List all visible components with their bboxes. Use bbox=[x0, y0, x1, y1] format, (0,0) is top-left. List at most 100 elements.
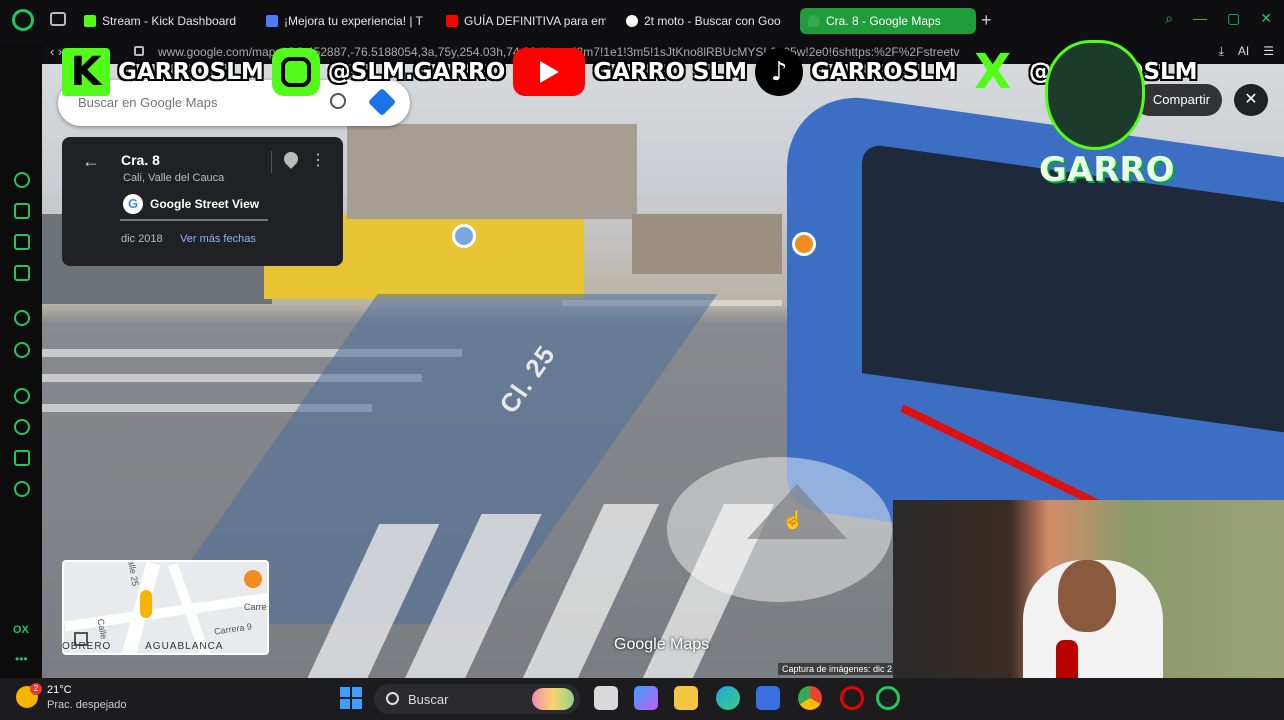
address-bar-actions: ⤓ AI ☰ bbox=[1219, 44, 1274, 59]
maximize-icon[interactable]: ▢ bbox=[1227, 10, 1240, 27]
download-icon[interactable]: ⤓ bbox=[1219, 44, 1224, 59]
spotify-icon[interactable] bbox=[14, 388, 30, 404]
refresh-icon[interactable] bbox=[14, 172, 30, 188]
minimize-icon[interactable]: — bbox=[1193, 10, 1207, 27]
extension-icon[interactable] bbox=[14, 203, 30, 219]
puzzle-icon[interactable] bbox=[14, 450, 30, 466]
tab-title: GUÍA DEFINITIVA para em bbox=[464, 14, 606, 28]
youtube-handle: GARRO SLM bbox=[593, 59, 748, 85]
minimap-label: Carrera 9 bbox=[213, 621, 253, 637]
window-controls: ⌕ — ▢ ✕ bbox=[1165, 10, 1272, 27]
tab-guia-definitiva[interactable]: GUÍA DEFINITIVA para em bbox=[438, 8, 606, 34]
more-dates-link[interactable]: Ver más fechas bbox=[180, 233, 256, 245]
close-window-icon[interactable]: ✕ bbox=[1260, 10, 1272, 27]
microsoft-store-icon[interactable] bbox=[756, 686, 780, 710]
garro-lion-logo: GARRO bbox=[1025, 30, 1175, 195]
taskbar-search[interactable]: Buscar bbox=[374, 684, 580, 714]
tab-google-maps[interactable]: Cra. 8 - Google Maps bbox=[800, 8, 976, 34]
settings-gear-icon[interactable] bbox=[14, 481, 30, 497]
tab-title: Stream - Kick Dashboard bbox=[102, 14, 237, 28]
lion-head-icon bbox=[1045, 40, 1145, 150]
distant-buildings bbox=[632, 214, 782, 274]
place-title: Cra. 8 bbox=[121, 152, 160, 168]
minimap-label: alle 25 bbox=[126, 560, 141, 587]
task-view-icon[interactable] bbox=[594, 686, 618, 710]
messenger-icon[interactable] bbox=[14, 265, 30, 281]
ai-button[interactable]: AI bbox=[1238, 44, 1249, 59]
card-divider bbox=[271, 151, 272, 173]
weather-description[interactable]: Prac. despejado bbox=[47, 699, 127, 711]
opera-logo-icon[interactable] bbox=[12, 9, 34, 31]
google-logo-icon: G bbox=[123, 194, 143, 214]
poi-marker-icon[interactable] bbox=[452, 224, 476, 248]
restaurant-marker-icon[interactable] bbox=[792, 232, 816, 256]
kick-handle: GARROSLM bbox=[118, 59, 264, 85]
tab-title: 2t moto - Buscar con Goo bbox=[644, 14, 781, 28]
wallet-icon[interactable] bbox=[14, 234, 30, 250]
tab-title: ¡Mejora tu experiencia! | T bbox=[284, 14, 423, 28]
opera-icon[interactable] bbox=[840, 686, 864, 710]
tiktok-handle: GARROSLM bbox=[811, 59, 957, 85]
browser-sidebar: OX ••• bbox=[0, 42, 42, 678]
edge-icon[interactable] bbox=[716, 686, 740, 710]
google-maps-watermark: Google Maps bbox=[614, 636, 710, 653]
microsoft-365-icon[interactable] bbox=[634, 686, 658, 710]
weather-temperature[interactable]: 21°C bbox=[47, 684, 72, 696]
taskbar-search-placeholder: Buscar bbox=[408, 692, 449, 707]
sparkle-icon bbox=[266, 15, 278, 27]
tab-title: Cra. 8 - Google Maps bbox=[826, 14, 941, 28]
minimap-label: AGUABLANCA bbox=[145, 641, 224, 652]
search-tabs-icon[interactable]: ⌕ bbox=[1165, 10, 1173, 27]
kick-icon bbox=[84, 15, 96, 27]
search-input[interactable] bbox=[78, 95, 318, 110]
ox-logo-icon[interactable]: OX bbox=[13, 624, 29, 636]
old-building bbox=[347, 124, 637, 219]
weather-badge: 2 bbox=[30, 683, 42, 695]
google-icon bbox=[626, 15, 638, 27]
windows-start-icon[interactable] bbox=[340, 687, 362, 709]
minimap-bottom-labels: OBRERO AGUABLANCA bbox=[62, 641, 223, 652]
tab-google-search[interactable]: 2t moto - Buscar con Goo bbox=[618, 8, 788, 34]
close-street-view-button[interactable]: ✕ bbox=[1234, 84, 1268, 116]
capture-date: dic 2018 bbox=[121, 233, 163, 245]
more-vert-icon[interactable]: ⋮ bbox=[310, 150, 326, 170]
location-pin-icon[interactable] bbox=[281, 149, 301, 169]
maps-icon bbox=[808, 15, 820, 27]
instagram-logo-icon bbox=[271, 48, 320, 96]
tab-kick-dashboard[interactable]: Stream - Kick Dashboard bbox=[76, 8, 246, 34]
new-tab-button[interactable]: + bbox=[981, 10, 992, 31]
chatgpt-icon[interactable] bbox=[14, 310, 30, 326]
streamer-head bbox=[1058, 560, 1116, 632]
place-subtitle: Cali, Valle del Cauca bbox=[123, 172, 225, 184]
pegman-icon[interactable] bbox=[140, 590, 152, 618]
opera-gx-icon[interactable] bbox=[876, 686, 900, 710]
x-logo-icon: X bbox=[974, 44, 1012, 100]
tab-switcher-icon[interactable] bbox=[50, 12, 66, 26]
image-credit: Captura de imágenes: dic 2 bbox=[778, 663, 897, 675]
chrome-icon[interactable] bbox=[798, 686, 822, 710]
search-highlight-icon bbox=[532, 688, 574, 710]
youtube-icon bbox=[446, 15, 458, 27]
menu-icon[interactable]: ☰ bbox=[1263, 44, 1274, 59]
windows-taskbar: 2 21°C Prac. despejado Buscar bbox=[0, 678, 1284, 720]
back-forward-icons[interactable]: ‹ › bbox=[50, 44, 62, 59]
back-arrow-icon[interactable]: ← bbox=[82, 151, 100, 172]
history-icon[interactable] bbox=[14, 419, 30, 435]
instagram-handle: @SLM.GARRO bbox=[327, 59, 506, 85]
more-dots-icon[interactable]: ••• bbox=[15, 652, 28, 666]
restaurant-icon bbox=[244, 570, 262, 588]
whatsapp-icon[interactable] bbox=[14, 342, 30, 358]
minimap-label: Carre bbox=[244, 602, 267, 612]
divider bbox=[120, 219, 268, 221]
youtube-logo-icon bbox=[513, 48, 586, 96]
street-view-label: Google Street View bbox=[150, 197, 260, 211]
mouse-cursor-icon: ☝ bbox=[782, 510, 805, 530]
place-info-card: ← Cra. 8 Cali, Valle del Cauca ⋮ G Googl… bbox=[62, 137, 343, 266]
tab-mejora-experiencia[interactable]: ¡Mejora tu experiencia! | T bbox=[258, 8, 426, 34]
minimap-label: OBRERO bbox=[62, 641, 112, 652]
tiktok-logo-icon: ♪ bbox=[755, 48, 804, 96]
kick-logo-icon: K bbox=[62, 48, 110, 96]
file-explorer-icon[interactable] bbox=[674, 686, 698, 710]
brand-name: GARRO bbox=[1039, 150, 1175, 190]
search-icon bbox=[386, 692, 399, 705]
